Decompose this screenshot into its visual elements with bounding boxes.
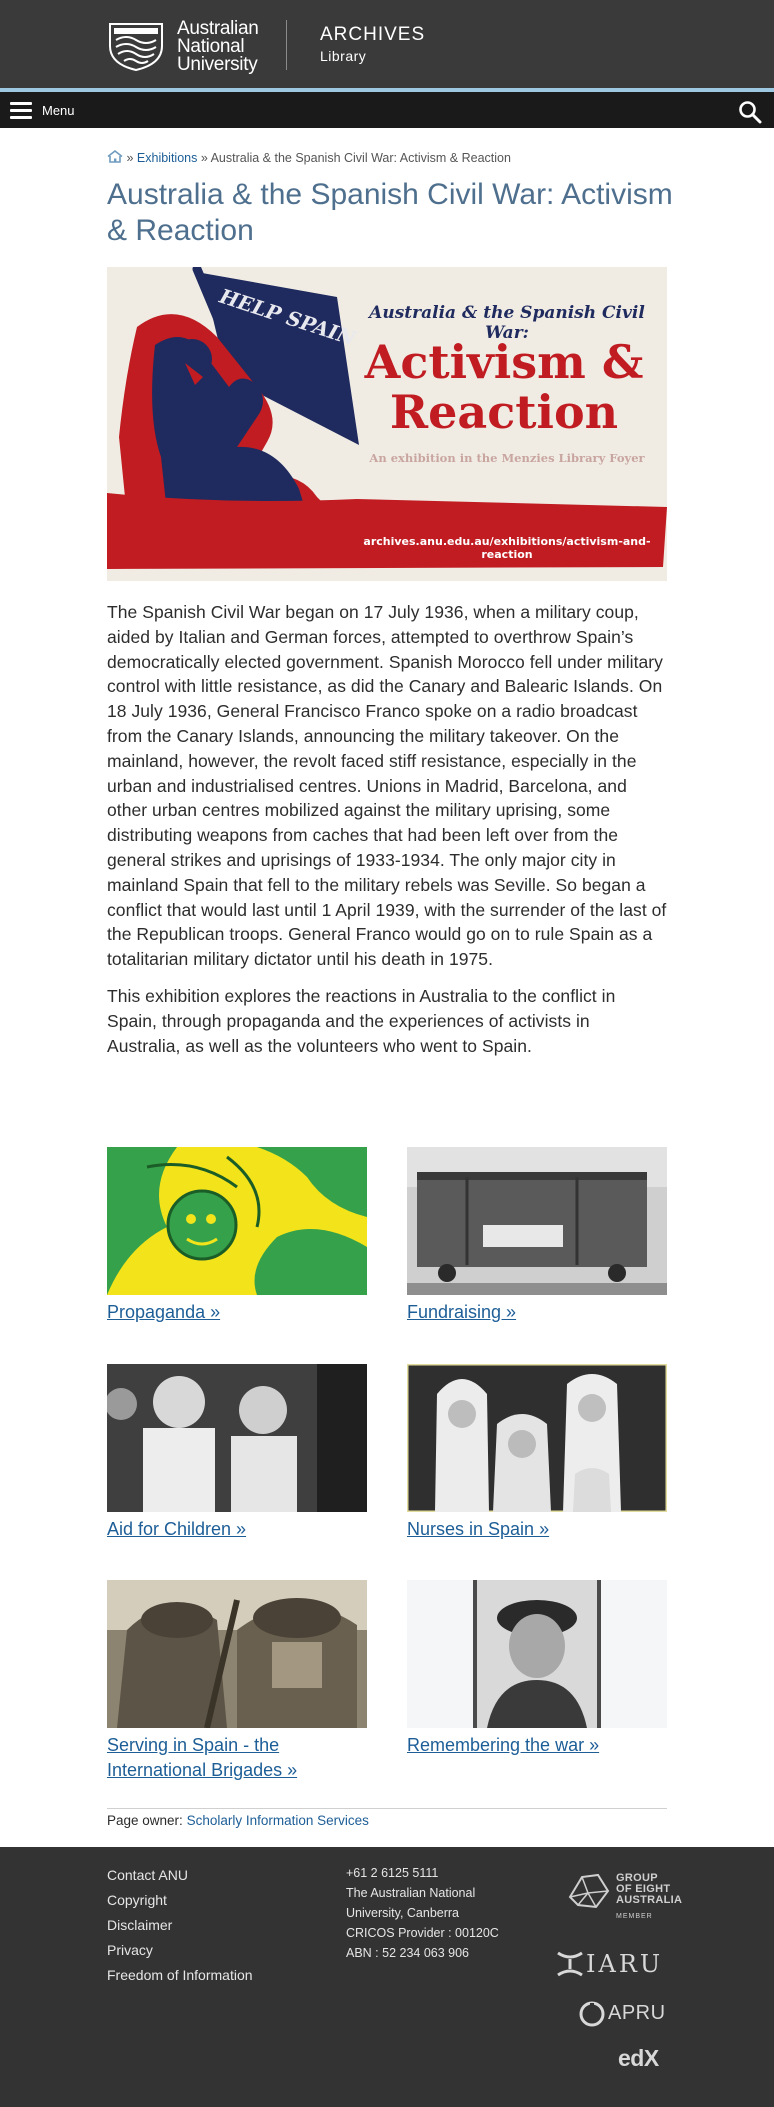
card-link[interactable]: Remembering the war » — [407, 1733, 667, 1758]
train-wagon-image[interactable] — [407, 1147, 667, 1295]
breadcrumb-current: Australia & the Spanish Civil War: Activ… — [210, 151, 511, 165]
group-of-eight-icon — [568, 1873, 610, 1909]
footer-link-privacy[interactable]: Privacy — [107, 1938, 253, 1963]
iaru-icon — [557, 1951, 583, 1977]
footer-abn: ABN : 52 234 063 906 — [346, 1946, 470, 1960]
footer-link-disclaimer[interactable]: Disclaimer — [107, 1913, 253, 1938]
hamburger-icon — [10, 101, 32, 119]
card-link[interactable]: Fundraising » — [407, 1300, 667, 1325]
exhibition-banner: HELP SPAIN Australia & the Spanish Civil… — [107, 267, 667, 581]
breadcrumb-exhibitions-link[interactable]: Exhibitions — [137, 151, 197, 165]
menu-bar: Menu — [0, 92, 774, 128]
footer-link-contact[interactable]: Contact ANU — [107, 1863, 253, 1888]
group-of-eight-logo[interactable]: GROUP OF EIGHT AUSTRALIA MEMBER — [568, 1869, 682, 1925]
header-divider — [286, 20, 287, 70]
footer-address: University, Canberra — [346, 1906, 460, 1920]
page-owner-link[interactable]: Scholarly Information Services — [187, 1813, 369, 1828]
banner-title: Activism & Reaction — [349, 337, 659, 437]
footer-phone: +61 2 6125 5111 — [346, 1866, 439, 1880]
footer-address: The Australian National — [346, 1886, 476, 1900]
go8-line: AUSTRALIA — [616, 1894, 683, 1906]
anu-wordmark: Australian National University — [177, 19, 259, 75]
card-serving-in-spain[interactable]: Serving in Spain - the International Bri… — [107, 1580, 367, 1783]
intro-paragraph: The Spanish Civil War began on 17 July 1… — [107, 602, 667, 970]
logo-line: University — [177, 54, 258, 75]
site-header: Australian National University ARCHIVES … — [0, 0, 774, 88]
intro-text: The Spanish Civil War began on 17 July 1… — [107, 600, 667, 1070]
apru-logo[interactable]: APRU — [578, 1997, 668, 2029]
page-owner-label: Page owner: — [107, 1813, 187, 1828]
apru-label: APRU — [608, 2002, 666, 2024]
footer-cricos: CRICOS Provider : 00120C — [346, 1926, 499, 1940]
content-divider — [107, 1808, 667, 1809]
banner-title-line: Activism & — [364, 335, 644, 389]
footer-contact: +61 2 6125 5111 The Australian National … — [346, 1863, 499, 1963]
footer-link-copyright[interactable]: Copyright — [107, 1888, 253, 1913]
banner-title-line: Reaction — [389, 385, 619, 439]
children-photo-image[interactable] — [107, 1364, 367, 1512]
site-name[interactable]: ARCHIVES Library — [320, 24, 425, 66]
iaru-label: IARU — [586, 1950, 664, 1978]
intro-paragraph: This exhibition explores the reactions i… — [107, 985, 616, 1056]
iaru-logo[interactable]: IARU — [556, 1947, 666, 1979]
breadcrumb-separator: » — [197, 151, 211, 165]
card-propaganda[interactable]: Propaganda » — [107, 1147, 367, 1325]
site-title: ARCHIVES — [320, 24, 426, 45]
card-aid-for-children[interactable]: Aid for Children » — [107, 1364, 367, 1542]
card-remembering-the-war[interactable]: Remembering the war » — [407, 1580, 667, 1758]
footer-links: Contact ANU Copyright Disclaimer Privacy… — [107, 1863, 253, 1988]
card-link[interactable]: Aid for Children » — [107, 1517, 367, 1542]
anu-crest-icon — [109, 23, 163, 72]
anu-logo[interactable]: Australian National University — [104, 18, 259, 74]
site-subtitle: Library — [320, 48, 367, 64]
go8-member: MEMBER — [616, 1913, 653, 1920]
card-nurses-in-spain[interactable]: Nurses in Spain » — [407, 1364, 667, 1542]
card-link[interactable]: Serving in Spain - the International Bri… — [107, 1733, 367, 1783]
footer-link-foi[interactable]: Freedom of Information — [107, 1963, 253, 1988]
banner-url: archives.anu.edu.au/exhibitions/activism… — [363, 535, 651, 561]
card-fundraising[interactable]: Fundraising » — [407, 1147, 667, 1325]
breadcrumb: » Exhibitions » Australia & the Spanish … — [107, 150, 511, 165]
apru-icon — [579, 2001, 605, 2027]
home-icon[interactable] — [107, 150, 123, 163]
site-footer: Contact ANU Copyright Disclaimer Privacy… — [0, 1847, 774, 2107]
soldiers-photo-image[interactable] — [107, 1580, 367, 1728]
page-owner: Page owner: Scholarly Information Servic… — [107, 1813, 369, 1828]
menu-button[interactable]: Menu — [10, 99, 75, 121]
page-title: Australia & the Spanish Civil War: Activ… — [107, 178, 673, 247]
breadcrumb-separator: » — [123, 151, 137, 165]
banner-note: An exhibition in the Menzies Library Foy… — [369, 451, 645, 465]
search-icon[interactable] — [738, 100, 762, 124]
nurses-photo-image[interactable] — [407, 1364, 667, 1512]
card-link[interactable]: Nurses in Spain » — [407, 1517, 667, 1542]
edx-logo[interactable]: edX — [618, 2045, 659, 2072]
card-link[interactable]: Propaganda » — [107, 1300, 367, 1325]
propaganda-poster-image[interactable] — [107, 1147, 367, 1295]
go8-name: GROUP OF EIGHT AUSTRALIA — [616, 1873, 682, 1906]
menu-label: Menu — [42, 102, 75, 118]
portrait-photo-image[interactable] — [407, 1580, 667, 1728]
